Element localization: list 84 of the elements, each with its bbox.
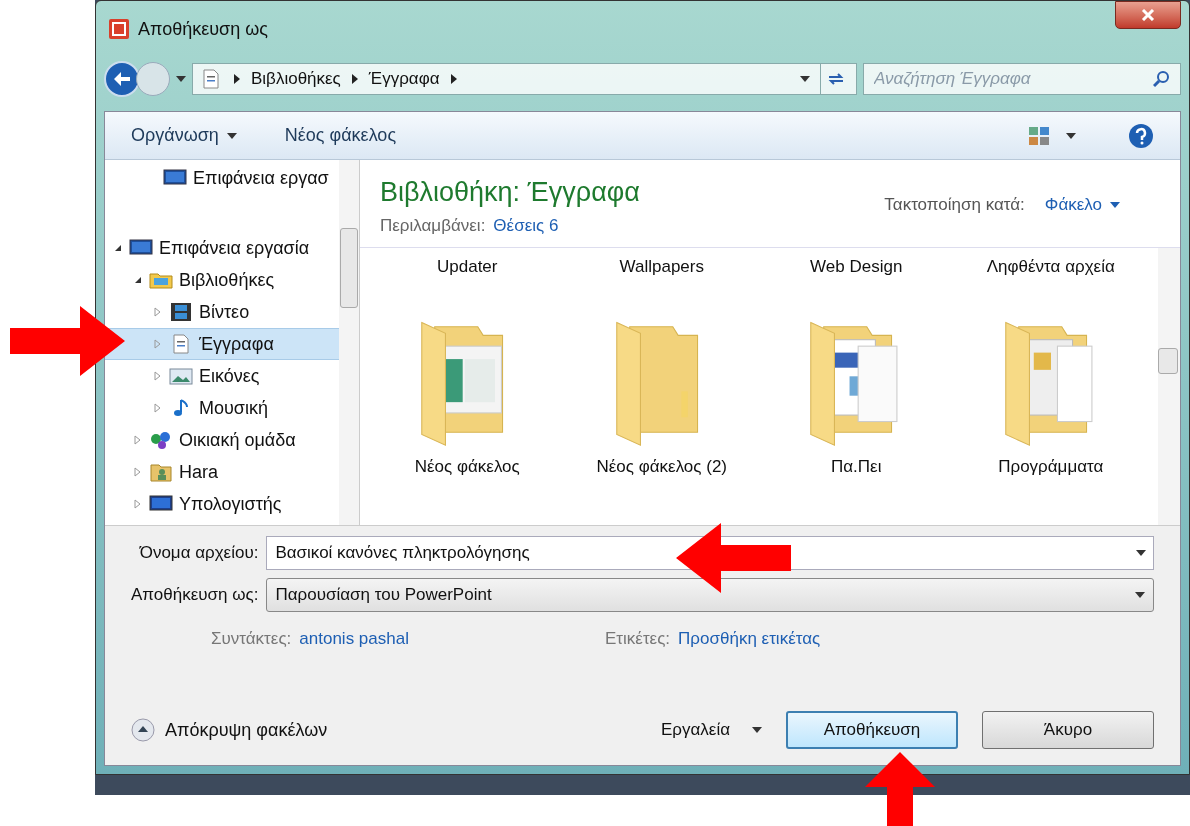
collapsed-triangle-icon[interactable] — [153, 371, 163, 381]
add-tag-link[interactable]: Προσθήκη ετικέτας — [678, 626, 821, 652]
dropdown-caret-icon — [1066, 132, 1076, 139]
breadcrumb-arrow-icon[interactable] — [233, 74, 241, 84]
file-name[interactable]: Ληφθέντα αρχεία — [975, 256, 1126, 278]
file-type-dropdown[interactable]: Παρουσίαση του PowerPoint — [266, 578, 1154, 612]
expanded-triangle-icon[interactable] — [133, 275, 143, 285]
collapsed-triangle-icon[interactable] — [153, 339, 163, 349]
monitor-icon — [163, 168, 187, 188]
tree-item[interactable]: Έγγραφα — [105, 328, 339, 360]
expanded-triangle-icon[interactable] — [113, 243, 123, 253]
dropdown-caret-icon — [1136, 550, 1146, 556]
toolbar-button[interactable]: Οργάνωση — [131, 122, 237, 149]
includes-label: Περιλαμβάνει: — [380, 214, 486, 237]
monitor-icon — [129, 238, 153, 258]
window-title: Αποθήκευση ως — [138, 17, 268, 41]
library-title: Βιβλιοθήκη: Έγγραφα — [380, 176, 640, 209]
collapsed-triangle-icon[interactable] — [133, 467, 143, 477]
tools-button[interactable]: Εργαλεία — [660, 717, 762, 743]
breadcrumb[interactable]: Έγγραφα — [368, 66, 440, 92]
refresh-arrows-icon — [826, 72, 845, 86]
breadcrumb-arrow-icon[interactable] — [350, 74, 359, 84]
back-arrow-icon — [113, 71, 131, 87]
favorite-item[interactable]: Επιφάνεια εργασ — [105, 162, 339, 194]
app-icon — [108, 18, 130, 40]
file-name[interactable]: Wallpapers — [586, 256, 737, 278]
tree-item[interactable]: Μουσική — [105, 392, 339, 424]
network-spheres-icon — [149, 430, 173, 450]
dropdown-caret-icon — [800, 76, 810, 82]
toolbar-button[interactable]: Νέος φάκελος — [284, 122, 397, 149]
close-icon — [1141, 9, 1155, 21]
dropdown-caret-icon — [1135, 592, 1145, 598]
scroll-thumb[interactable] — [340, 228, 358, 308]
collapsed-triangle-icon[interactable] — [133, 499, 143, 509]
file-name[interactable]: Web Design — [781, 256, 932, 278]
user-folder-icon — [149, 462, 173, 482]
tree-item[interactable]: Οικιακή ομάδα — [105, 424, 339, 456]
search-icon — [1153, 70, 1171, 88]
scrollbar[interactable] — [339, 160, 359, 525]
folder-icon — [149, 270, 173, 290]
file-name[interactable]: Νέος φάκελος (2) — [586, 456, 737, 478]
collapsed-triangle-icon[interactable] — [133, 435, 143, 445]
file-name[interactable]: Νέος φάκελος — [392, 456, 543, 478]
tree-item[interactable]: Εικόνες — [105, 360, 339, 392]
close-button[interactable] — [1115, 1, 1181, 29]
collapse-up-icon — [131, 718, 155, 742]
dropdown-caret-icon — [226, 132, 237, 139]
file-name[interactable]: Προγράμματα — [975, 456, 1126, 478]
tree-item[interactable]: Hara — [105, 456, 339, 488]
dialog-button[interactable]: Άκυρο — [982, 711, 1154, 749]
dialog-button[interactable]: Αποθήκευση — [786, 711, 958, 749]
hide-folders-button[interactable]: Απόκρυψη φακέλων — [131, 716, 328, 744]
file-name[interactable]: Updater — [392, 256, 543, 278]
field-label: Όνομα αρχείου: — [138, 542, 259, 565]
picture-icon — [169, 366, 193, 386]
help-icon[interactable] — [1128, 122, 1154, 149]
computer-icon — [149, 494, 173, 514]
tree-item[interactable]: Βίντεο — [105, 296, 339, 328]
film-strip-icon — [169, 302, 193, 322]
file-name[interactable]: Πα.Πει — [781, 456, 932, 478]
breadcrumb-arrow-icon[interactable] — [449, 74, 458, 84]
tree-item[interactable]: Υπολογιστής — [105, 488, 339, 520]
search-field[interactable]: Αναζήτηση Έγγραφα — [863, 63, 1181, 95]
collapsed-triangle-icon[interactable] — [153, 307, 163, 317]
history-caret-icon — [176, 76, 186, 82]
arrange-label: Τακτοποίηση κατά: — [884, 194, 1025, 216]
breadcrumb[interactable]: Βιβλιοθήκες — [251, 66, 341, 92]
locations-link[interactable]: Θέσεις 6 — [493, 212, 559, 238]
tree-item[interactable]: Βιβλιοθήκες — [105, 264, 339, 296]
dropdown-caret-icon — [752, 727, 762, 733]
arrange-dropdown[interactable]: Φάκελο — [1044, 192, 1120, 218]
tags-label: Ετικέτες: — [604, 628, 671, 650]
scroll-thumb[interactable] — [1158, 348, 1178, 374]
field-label: Αποθήκευση ως: — [131, 584, 259, 607]
dropdown-caret-icon — [1110, 201, 1120, 208]
tree-item[interactable]: Επιφάνεια εργασία — [105, 232, 339, 264]
address-bar[interactable]: Βιβλιοθήκες Έγγραφα — [192, 63, 857, 95]
authors-label: Συντάκτες: — [211, 628, 292, 650]
filename-field[interactable]: Βασικοί κανόνες πληκτρολόγησης — [266, 536, 1154, 570]
author-link[interactable]: antonis pashal — [299, 626, 409, 652]
back-button[interactable] — [104, 61, 140, 97]
scrollbar[interactable] — [1158, 248, 1180, 525]
collapsed-triangle-icon[interactable] — [153, 403, 163, 413]
view-grid-icon[interactable] — [1028, 125, 1050, 146]
